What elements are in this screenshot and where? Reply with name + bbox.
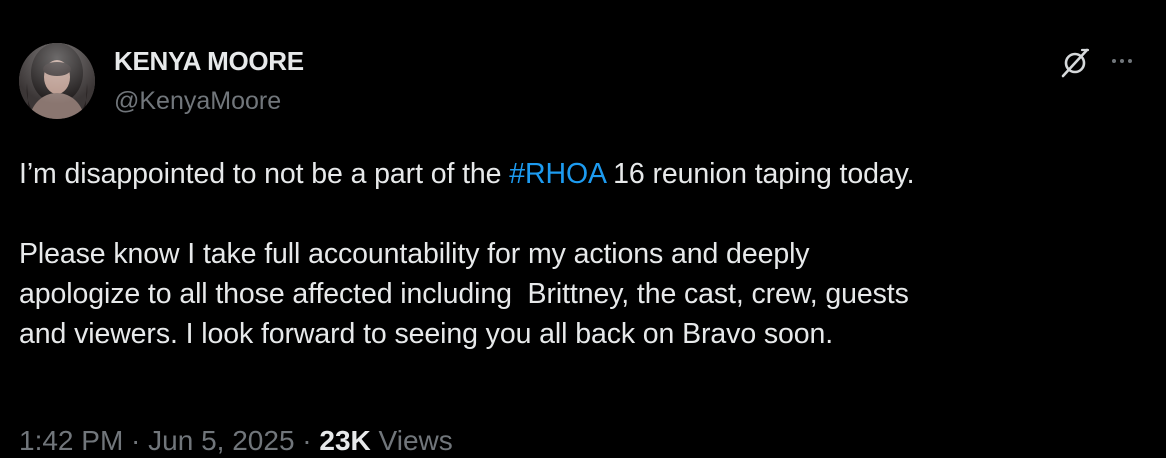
tweet-text: I’m disappointed to not be a part of the… — [19, 154, 1149, 354]
views-label: Views — [370, 425, 453, 456]
dot-icon — [1112, 59, 1116, 63]
profile-photo-icon — [19, 43, 95, 119]
tweet-text-segment: I’m disappointed to not be a part of the — [19, 158, 510, 190]
dot-icon — [1128, 59, 1132, 63]
meta-separator: · — [123, 425, 149, 456]
author-display-name[interactable]: KENYA MOORE — [114, 46, 304, 76]
hashtag-link[interactable]: #RHOA — [509, 158, 605, 190]
tweet-line: Please know I take full accountability f… — [19, 238, 810, 270]
tweet-paragraph-2: Please know I take full accountability f… — [19, 234, 1149, 354]
timestamp-date[interactable]: Jun 5, 2025 — [148, 425, 294, 456]
tweet-text-segment: 16 reunion taping today. — [605, 158, 915, 190]
avatar[interactable] — [19, 43, 95, 119]
author-handle[interactable]: @KenyaMoore — [114, 86, 281, 116]
meta-separator: · — [294, 425, 320, 456]
tweet-meta: 1:42 PM · Jun 5, 2025 · 23K Views — [19, 424, 453, 458]
tweet-card: KENYA MOORE @KenyaMoore I’m disappointed… — [0, 0, 1166, 456]
dot-icon — [1120, 59, 1124, 63]
more-options-icon[interactable] — [1112, 54, 1144, 68]
views-count: 23K — [319, 425, 371, 456]
tweet-line: and viewers. I look forward to seeing yo… — [19, 318, 834, 350]
timestamp-time[interactable]: 1:42 PM — [19, 425, 123, 456]
tweet-paragraph-1: I’m disappointed to not be a part of the… — [19, 154, 1149, 194]
grok-icon[interactable] — [1058, 46, 1092, 80]
tweet-line: apologize to all those affected includin… — [19, 278, 909, 310]
